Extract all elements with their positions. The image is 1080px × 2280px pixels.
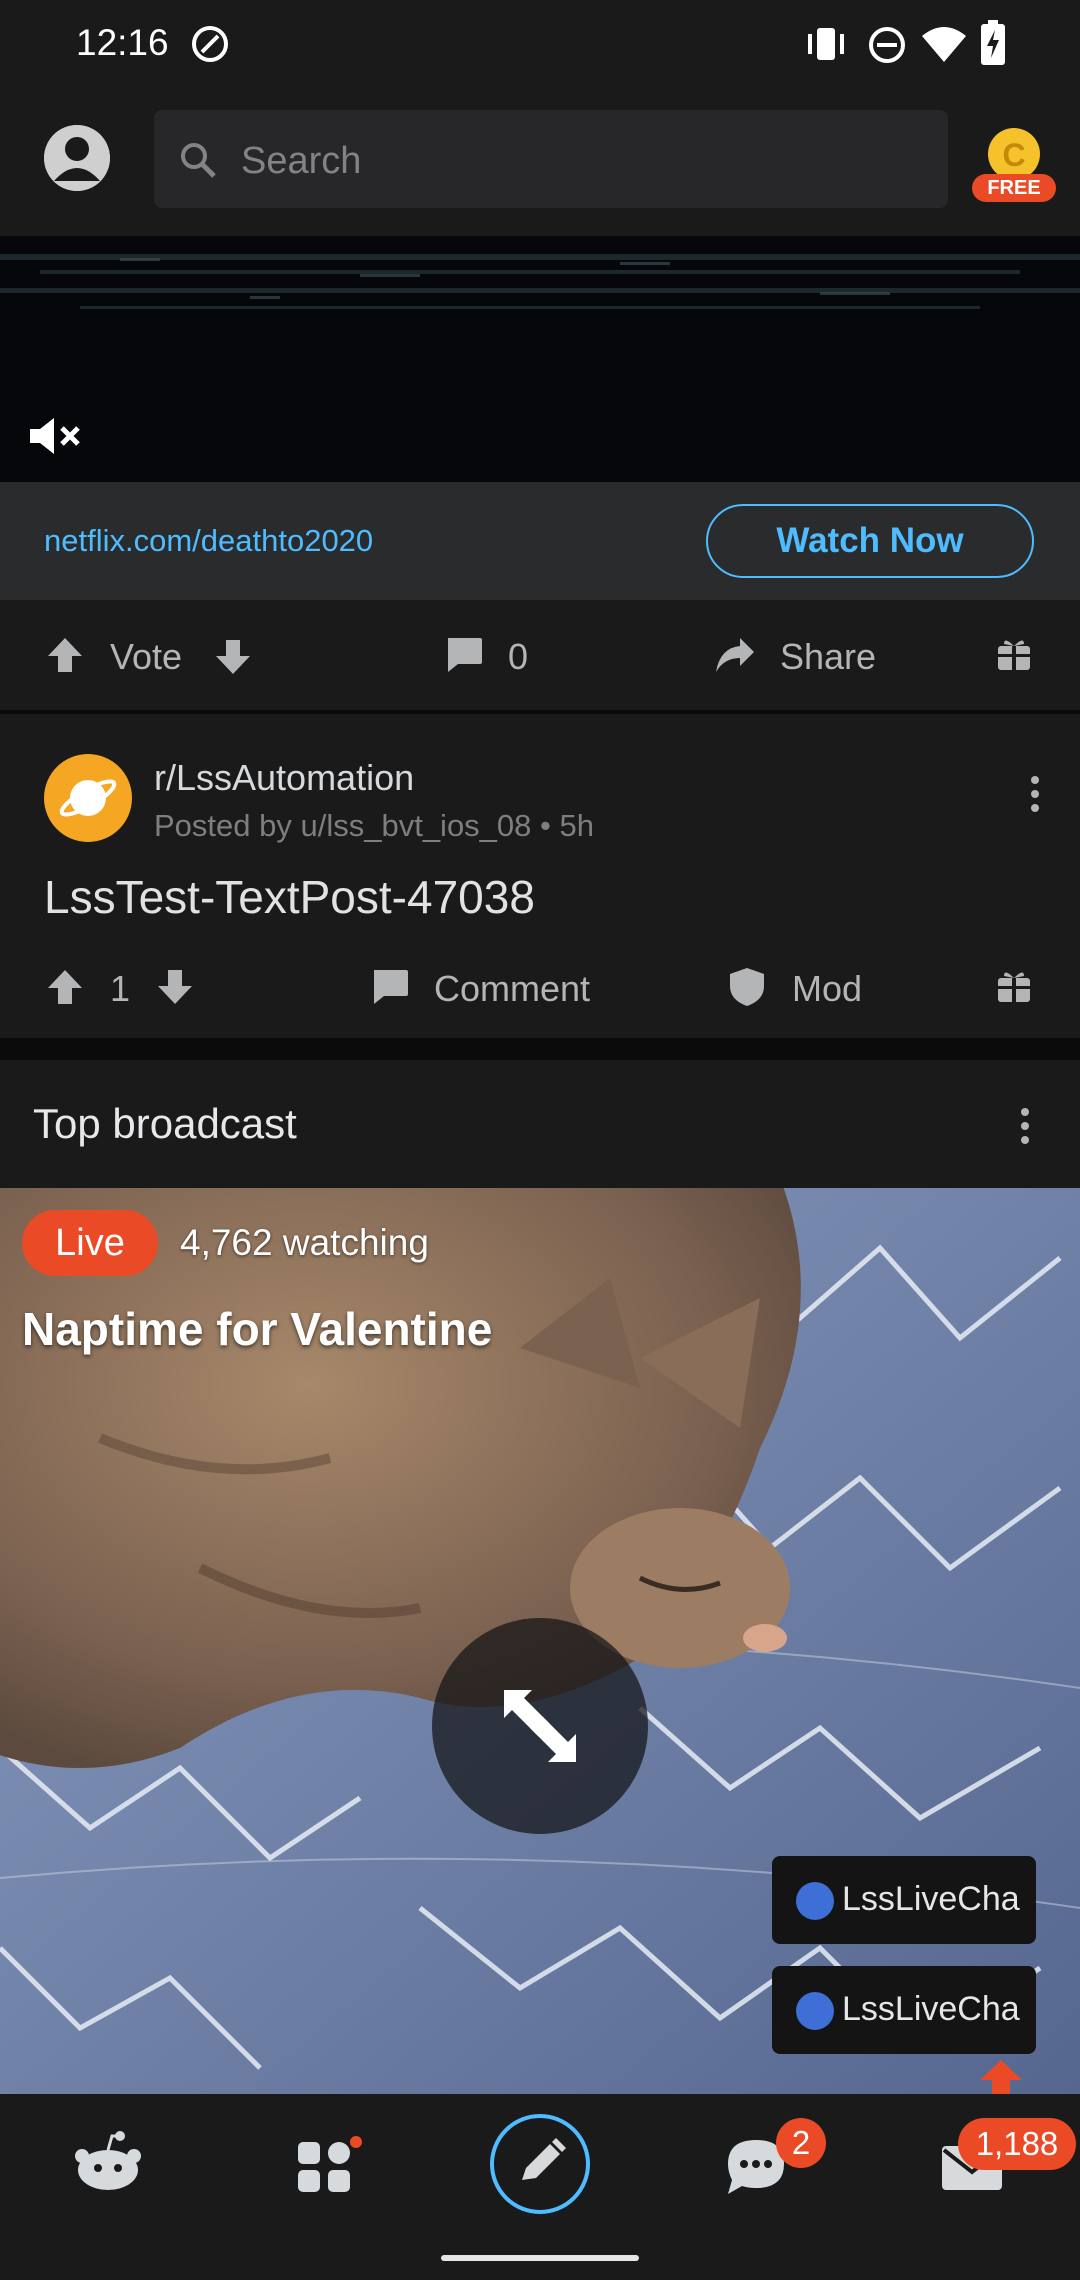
comment-label[interactable]: Comment bbox=[434, 968, 590, 1010]
mute-icon[interactable] bbox=[28, 416, 84, 456]
watch-now-button[interactable]: Watch Now bbox=[706, 504, 1034, 578]
post-title[interactable]: LssTest-TextPost-47038 bbox=[44, 870, 535, 924]
comment-icon[interactable] bbox=[370, 968, 410, 1006]
watching-count: 4,762 watching bbox=[180, 1222, 429, 1263]
vote-label: Vote bbox=[110, 636, 183, 677]
user-avatar-icon bbox=[796, 1882, 834, 1920]
home-icon[interactable] bbox=[72, 2130, 144, 2194]
subreddit-icon[interactable] bbox=[44, 754, 132, 842]
upvote-icon[interactable] bbox=[46, 636, 84, 674]
vibrate-icon bbox=[808, 28, 844, 60]
mod-label[interactable]: Mod bbox=[792, 968, 862, 1010]
promoted-video[interactable] bbox=[0, 236, 1080, 482]
comment-icon[interactable] bbox=[444, 636, 484, 674]
inbox-badge: 1,188 bbox=[958, 2118, 1076, 2170]
expand-button[interactable] bbox=[432, 1618, 648, 1834]
section-title: Top broadcast bbox=[33, 1100, 297, 1147]
downvote-icon[interactable] bbox=[214, 638, 252, 676]
chat-text: LssLiveCha bbox=[842, 1880, 1020, 1918]
downvote-icon[interactable] bbox=[156, 968, 194, 1006]
more-options-icon[interactable] bbox=[1024, 774, 1046, 814]
award-icon[interactable] bbox=[996, 968, 1032, 1004]
create-post-button[interactable] bbox=[490, 2114, 590, 2214]
mod-shield-icon[interactable] bbox=[728, 966, 766, 1008]
user-avatar-icon bbox=[44, 125, 110, 191]
home-indicator bbox=[441, 2255, 639, 2261]
expand-icon bbox=[504, 1690, 576, 1762]
subreddit-name[interactable]: r/LssAutomation bbox=[154, 757, 414, 799]
status-time: 12:16 bbox=[76, 22, 169, 63]
user-avatar-icon bbox=[796, 1992, 834, 2030]
share-label[interactable]: Share bbox=[780, 636, 876, 678]
ad-link[interactable]: netflix.com/deathto2020 bbox=[44, 523, 373, 559]
communities-icon[interactable] bbox=[294, 2136, 362, 2196]
more-options-icon[interactable] bbox=[1014, 1106, 1036, 1146]
live-badge: Live bbox=[22, 1210, 158, 1276]
free-coins-button[interactable]: C FREE bbox=[972, 124, 1056, 204]
post-meta: Posted by u/lss_bvt_ios_08 • 5h bbox=[154, 808, 594, 843]
post-score: 1 bbox=[110, 968, 131, 1009]
award-icon[interactable] bbox=[996, 636, 1032, 672]
video-frame bbox=[0, 236, 1080, 482]
chat-message[interactable]: LssLiveCha bbox=[772, 1856, 1036, 1944]
share-icon[interactable] bbox=[714, 636, 756, 674]
pencil-icon bbox=[522, 2138, 566, 2180]
comment-count[interactable]: 0 bbox=[508, 636, 528, 678]
at-sign-icon bbox=[192, 26, 228, 62]
search-icon bbox=[181, 143, 216, 178]
coin-label: FREE bbox=[987, 177, 1041, 199]
planet-icon bbox=[59, 779, 117, 817]
stream-title[interactable]: Naptime for Valentine bbox=[22, 1302, 492, 1356]
chat-message[interactable]: LssLiveCha bbox=[772, 1966, 1036, 2054]
search-placeholder: Search bbox=[241, 140, 362, 182]
profile-avatar[interactable] bbox=[44, 125, 110, 191]
battery-charging-icon bbox=[981, 20, 1005, 65]
dnd-icon bbox=[869, 27, 905, 63]
upvote-icon[interactable] bbox=[46, 968, 84, 1006]
wifi-icon bbox=[922, 27, 966, 62]
chat-badge: 2 bbox=[776, 2118, 826, 2168]
chat-text: LssLiveCha bbox=[842, 1990, 1020, 2028]
svg-text:C: C bbox=[1002, 137, 1025, 173]
upvote-reaction-icon[interactable] bbox=[978, 2058, 1024, 2094]
